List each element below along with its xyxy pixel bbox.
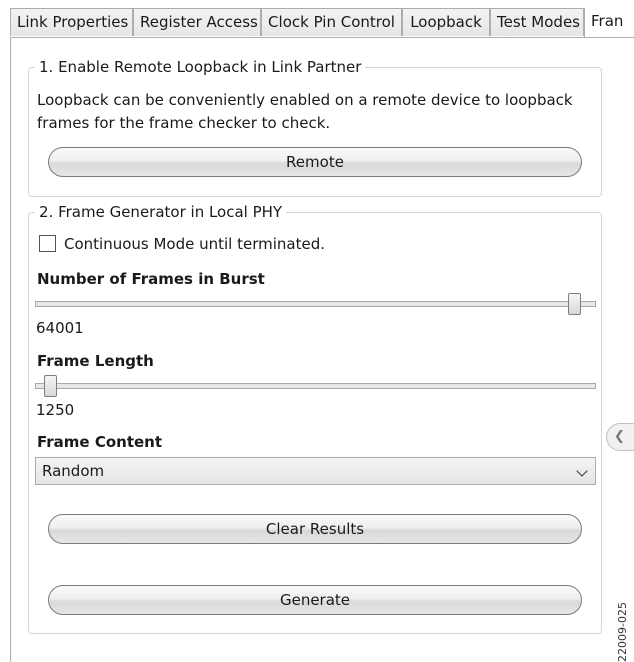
continuous-mode-label: Continuous Mode until terminated.: [64, 235, 326, 253]
tab-loopback[interactable]: Loopback: [402, 8, 490, 36]
remote-loopback-description: Loopback can be conveniently enabled on …: [37, 91, 573, 132]
remote-loopback-group: 1. Enable Remote Loopback in Link Partne…: [28, 57, 602, 197]
figure-id: 22009-025: [616, 602, 629, 662]
frame-generator-group: 2. Frame Generator in Local PHY Continuo…: [28, 202, 602, 634]
tab-link-properties[interactable]: Link Properties: [10, 8, 133, 36]
frame-content-selected-value: Random: [42, 462, 105, 480]
remote-button[interactable]: Remote: [48, 147, 582, 177]
frame-length-label: Frame Length: [37, 352, 154, 370]
frames-in-burst-slider-track[interactable]: [35, 301, 596, 307]
frames-in-burst-label: Number of Frames in Burst: [37, 270, 265, 288]
tab-clock-pin-control[interactable]: Clock Pin Control: [261, 8, 402, 36]
frame-generator-group-title: 2. Frame Generator in Local PHY: [35, 202, 287, 222]
chevron-down-icon: [576, 465, 588, 477]
frame-length-slider-track[interactable]: [35, 383, 596, 389]
tab-frame-generator[interactable]: Fran: [584, 8, 634, 37]
frames-in-burst-value: 64001: [36, 319, 84, 337]
generate-button[interactable]: Generate: [48, 585, 582, 615]
side-panel-toggle[interactable]: ❮: [606, 423, 634, 451]
tab-bar: Link Properties Register Access Clock Pi…: [10, 8, 634, 38]
frame-content-label: Frame Content: [37, 433, 163, 451]
frames-in-burst-slider-thumb[interactable]: [568, 293, 581, 315]
frame-length-slider-thumb[interactable]: [44, 375, 57, 397]
tab-register-access[interactable]: Register Access: [133, 8, 261, 36]
frame-length-value: 1250: [36, 401, 75, 419]
frame-content-dropdown[interactable]: Random: [35, 457, 596, 485]
remote-loopback-group-title: 1. Enable Remote Loopback in Link Partne…: [35, 57, 366, 77]
clear-results-button[interactable]: Clear Results: [48, 514, 582, 544]
tab-content-panel: 1. Enable Remote Loopback in Link Partne…: [10, 37, 634, 662]
tab-test-modes[interactable]: Test Modes: [490, 8, 584, 36]
continuous-mode-checkbox[interactable]: [39, 235, 56, 252]
chevron-left-icon: ❮: [614, 429, 625, 444]
